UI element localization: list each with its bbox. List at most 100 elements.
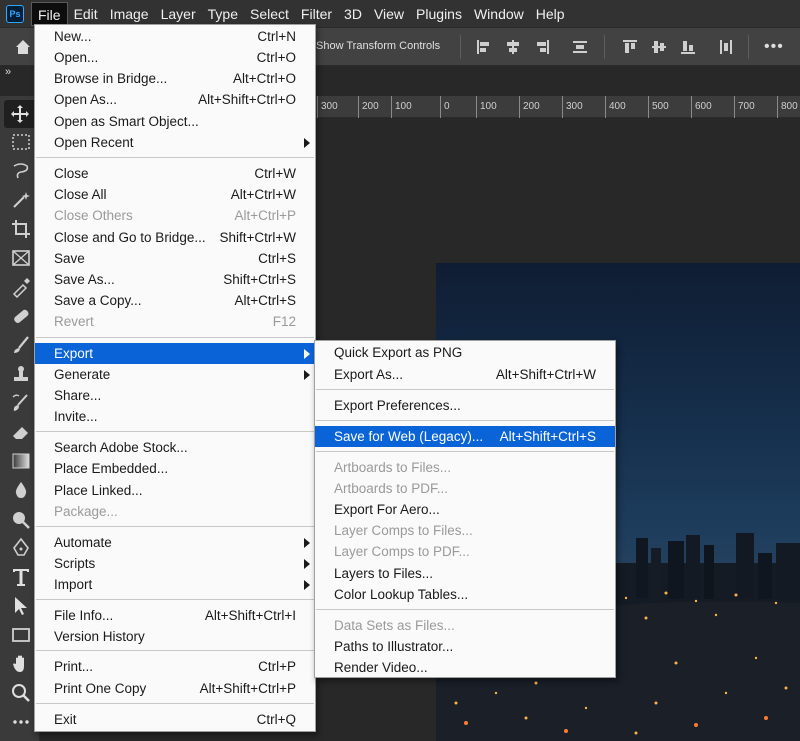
clone-stamp-tool[interactable] — [10, 363, 32, 385]
menu-item-shortcut: Alt+Shift+Ctrl+I — [204, 608, 296, 623]
type-tool[interactable] — [10, 566, 32, 588]
menu-item-save-a-copy[interactable]: Save a Copy... Alt+Ctrl+S — [35, 290, 315, 311]
menu-item-save[interactable]: Save Ctrl+S — [35, 248, 315, 269]
menu-item-export-for-aero[interactable]: Export For Aero... — [315, 499, 615, 520]
ellipsis-icon — [13, 720, 29, 724]
menu-view[interactable]: View — [368, 2, 410, 26]
menu-item-label: Render Video... — [334, 660, 428, 675]
menu-item-new[interactable]: New... Ctrl+N — [35, 26, 315, 47]
menu-item-shortcut: Alt+Ctrl+P — [234, 208, 296, 223]
blur-tool[interactable] — [10, 479, 32, 501]
menu-item-package: Package... — [35, 501, 315, 522]
menu-item-render-video[interactable]: Render Video... — [315, 657, 615, 678]
menu-item-layer-comps-to-files: Layer Comps to Files... — [315, 520, 615, 541]
gradient-tool[interactable] — [10, 450, 32, 472]
menu-item-save-for-web-legacy[interactable]: Save for Web (Legacy)... Alt+Shift+Ctrl+S — [315, 426, 615, 447]
menu-item-open[interactable]: Open... Ctrl+O — [35, 47, 315, 68]
menu-item-search-adobe-stock[interactable]: Search Adobe Stock... — [35, 437, 315, 458]
menu-help[interactable]: Help — [530, 2, 571, 26]
marquee-tool[interactable] — [10, 131, 32, 153]
menu-filter[interactable]: Filter — [295, 2, 338, 26]
menu-item-open-as[interactable]: Open As... Alt+Shift+Ctrl+O — [35, 89, 315, 110]
menu-window[interactable]: Window — [468, 2, 530, 26]
menu-select[interactable]: Select — [244, 2, 295, 26]
align-vertical-centers-icon[interactable] — [651, 39, 667, 55]
align-top-edges-icon[interactable] — [622, 39, 638, 55]
pen-tool[interactable] — [10, 537, 32, 559]
menu-item-share[interactable]: Share... — [35, 385, 315, 406]
dodge-tool[interactable] — [10, 508, 32, 530]
eyedropper-tool[interactable] — [10, 276, 32, 299]
menu-item-label: Export For Aero... — [334, 502, 440, 517]
align-horizontal-centers-icon[interactable] — [505, 39, 521, 55]
lasso-tool[interactable] — [10, 160, 32, 182]
menu-item-open-recent[interactable]: Open Recent — [35, 132, 315, 153]
menu-item-automate[interactable]: Automate — [35, 532, 315, 553]
menu-item-import[interactable]: Import — [35, 574, 315, 595]
menu-item-version-history[interactable]: Version History — [35, 626, 315, 647]
menu-item-open-as-smart-object[interactable]: Open as Smart Object... — [35, 111, 315, 132]
distribute-vertical-icon[interactable] — [572, 39, 588, 55]
eraser-tool[interactable] — [10, 421, 32, 443]
menu-item-browse-in-bridge[interactable]: Browse in Bridge... Alt+Ctrl+O — [35, 68, 315, 89]
menu-item-export-preferences[interactable]: Export Preferences... — [315, 395, 615, 416]
menu-item-label: Search Adobe Stock... — [54, 440, 188, 455]
menu-item-close-and-go-to-bridge[interactable]: Close and Go to Bridge... Shift+Ctrl+W — [35, 227, 315, 248]
photoshop-logo-icon[interactable]: Ps — [6, 4, 24, 23]
menu-item-export[interactable]: Export — [35, 343, 315, 364]
menu-item-print[interactable]: Print... Ctrl+P — [35, 656, 315, 677]
menu-item-export-as[interactable]: Export As... Alt+Shift+Ctrl+W — [315, 364, 615, 385]
edit-toolbar-button[interactable] — [10, 711, 32, 733]
healing-brush-tool[interactable] — [10, 305, 32, 327]
marquee-icon — [12, 134, 30, 150]
menu-type[interactable]: Type — [202, 2, 244, 26]
history-brush-tool[interactable] — [10, 392, 32, 414]
menu-item-paths-to-illustrator[interactable]: Paths to Illustrator... — [315, 636, 615, 657]
menu-item-color-lookup-tables[interactable]: Color Lookup Tables... — [315, 584, 615, 605]
menu-item-save-as[interactable]: Save As... Shift+Ctrl+S — [35, 269, 315, 290]
menu-plugins[interactable]: Plugins — [410, 2, 468, 26]
distribute-horizontal-icon[interactable] — [718, 39, 734, 55]
menu-item-label: New... — [54, 29, 92, 44]
menu-item-print-one-copy[interactable]: Print One Copy Alt+Shift+Ctrl+P — [35, 678, 315, 699]
menu-item-generate[interactable]: Generate — [35, 364, 315, 385]
frame-tool[interactable] — [10, 247, 32, 269]
menu-item-invite[interactable]: Invite... — [35, 406, 315, 427]
move-tool[interactable] — [4, 100, 36, 128]
menu-file[interactable]: File — [31, 1, 68, 26]
menu-3d[interactable]: 3D — [338, 2, 368, 26]
menu-item-close[interactable]: Close Ctrl+W — [35, 163, 315, 184]
path-selection-tool[interactable] — [10, 595, 32, 617]
menu-item-shortcut: Alt+Shift+Ctrl+W — [495, 367, 596, 382]
rectangle-tool[interactable] — [10, 624, 32, 646]
magic-wand-tool[interactable] — [10, 189, 32, 211]
zoom-tool[interactable] — [10, 682, 32, 704]
menu-layer[interactable]: Layer — [155, 2, 202, 26]
align-left-edges-icon[interactable] — [476, 39, 492, 55]
menu-item-file-info[interactable]: File Info... Alt+Shift+Ctrl+I — [35, 605, 315, 626]
more-options-icon[interactable]: ••• — [764, 38, 784, 56]
brush-icon — [14, 336, 29, 353]
ruler-tick: 100 — [476, 96, 497, 118]
hand-tool[interactable] — [10, 653, 32, 675]
menu-item-layers-to-files[interactable]: Layers to Files... — [315, 563, 615, 584]
brush-tool[interactable] — [10, 334, 32, 356]
menu-item-shortcut: Shift+Ctrl+S — [223, 272, 296, 287]
crop-tool[interactable] — [10, 218, 32, 240]
menu-item-quick-export-as-png[interactable]: Quick Export as PNG — [315, 342, 615, 363]
align-right-edges-icon[interactable] — [534, 39, 550, 55]
menu-image[interactable]: Image — [104, 2, 155, 26]
menu-edit[interactable]: Edit — [68, 2, 104, 26]
align-bottom-edges-icon[interactable] — [680, 39, 696, 55]
home-icon[interactable] — [14, 38, 32, 56]
menu-item-scripts[interactable]: Scripts — [35, 553, 315, 574]
export-submenu: Quick Export as PNG Export As... Alt+Shift… — [314, 340, 616, 678]
menu-item-place-embedded[interactable]: Place Embedded... — [35, 458, 315, 479]
expand-panels-icon[interactable]: » — [5, 66, 11, 78]
menu-divider — [36, 599, 314, 600]
show-transform-controls-label[interactable]: Show Transform Controls — [316, 40, 440, 52]
menu-item-label: Share... — [54, 388, 102, 403]
menu-item-exit[interactable]: Exit Ctrl+Q — [35, 709, 315, 730]
menu-item-place-linked[interactable]: Place Linked... — [35, 480, 315, 501]
menu-item-close-all[interactable]: Close All Alt+Ctrl+W — [35, 184, 315, 205]
